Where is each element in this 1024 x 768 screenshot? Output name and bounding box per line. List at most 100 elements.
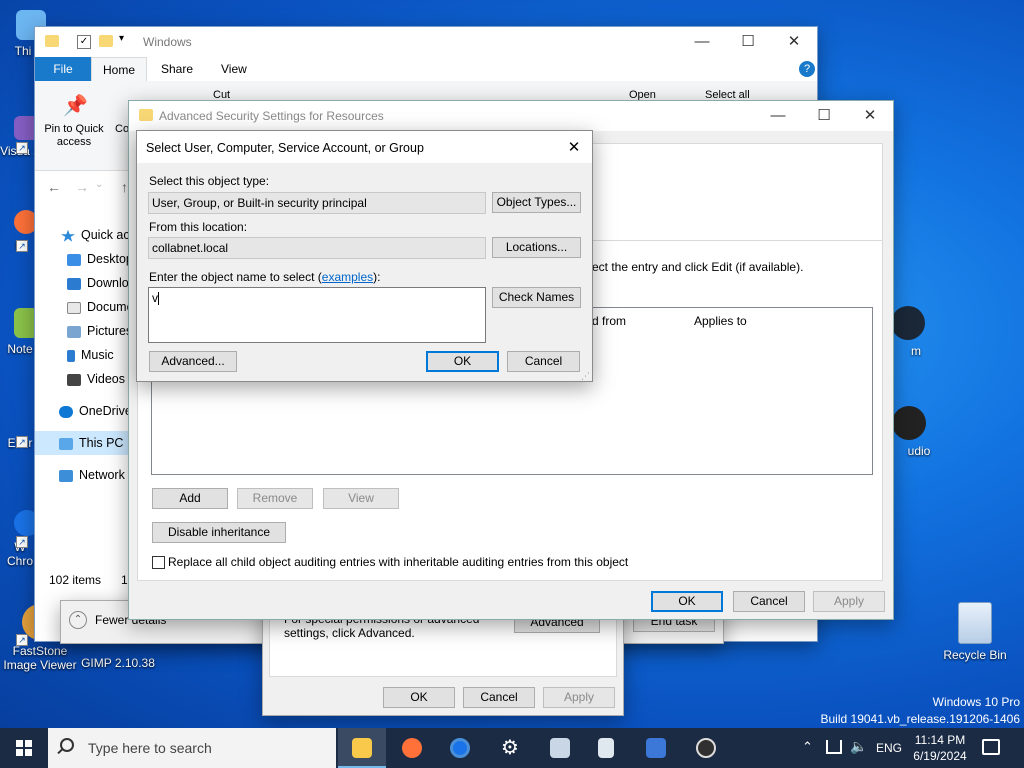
- pin-icon: 📌: [63, 95, 88, 117]
- cancel-button[interactable]: Cancel: [733, 591, 805, 612]
- replace-child-checkbox[interactable]: [152, 556, 165, 569]
- apply-button[interactable]: Apply: [813, 591, 885, 612]
- star-icon: [61, 229, 75, 242]
- help-icon[interactable]: ?: [799, 61, 815, 77]
- disable-inheritance-button[interactable]: Disable inheritance: [152, 522, 286, 543]
- up-arrow-icon[interactable]: ↑: [121, 179, 128, 195]
- copy-button[interactable]: Co: [115, 123, 129, 135]
- nav-this-pc[interactable]: This PC: [35, 431, 135, 455]
- clock[interactable]: 11:14 PM 6/19/2024: [908, 732, 972, 764]
- forward-arrow-icon[interactable]: →: [75, 179, 89, 195]
- nav-label: Music: [81, 348, 114, 362]
- close-button[interactable]: ✕: [771, 27, 817, 57]
- locations-button[interactable]: Locations...: [492, 237, 581, 258]
- close-button[interactable]: ✕: [847, 101, 893, 131]
- nav-network[interactable]: Network: [35, 463, 135, 487]
- taskbar-settings[interactable]: ⚙: [486, 728, 534, 768]
- properties-apply-button[interactable]: Apply: [543, 687, 615, 708]
- ok-button[interactable]: OK: [651, 591, 723, 612]
- new-folder-icon[interactable]: [99, 35, 113, 47]
- volume-icon[interactable]: 🔈: [850, 738, 867, 755]
- properties-icon[interactable]: ✓: [77, 35, 91, 49]
- taskbar-app-blue[interactable]: [632, 728, 680, 768]
- taskbar-file-explorer[interactable]: [338, 728, 386, 768]
- maximize-button[interactable]: ☐: [801, 101, 847, 131]
- object-type-label: Select this object type:: [149, 174, 270, 188]
- advanced-button[interactable]: Advanced...: [149, 351, 237, 372]
- view-button[interactable]: View: [323, 488, 399, 509]
- column-header-inherited-from[interactable]: d from: [592, 314, 626, 328]
- taskbar-notepad[interactable]: [584, 728, 632, 768]
- nav-quick-access[interactable]: Quick acc: [35, 223, 135, 247]
- obs-icon: [892, 406, 926, 440]
- tab-view[interactable]: View: [221, 62, 247, 76]
- nav-label: Desktop: [87, 252, 133, 266]
- cancel-button[interactable]: Cancel: [507, 351, 580, 372]
- back-arrow-icon[interactable]: ←: [47, 179, 61, 195]
- search-placeholder: Type here to search: [88, 740, 212, 756]
- status-selected: 1: [121, 573, 128, 587]
- network-icon[interactable]: [826, 740, 842, 754]
- close-button[interactable]: ✕: [559, 136, 589, 160]
- nav-music[interactable]: Music: [35, 343, 135, 367]
- nav-documents[interactable]: Docume: [35, 295, 135, 319]
- column-header-applies-to[interactable]: Applies to: [694, 314, 747, 328]
- ok-button[interactable]: OK: [426, 351, 499, 372]
- pictures-icon: [67, 325, 81, 338]
- cloud-icon: [59, 405, 73, 418]
- recent-chevron-icon[interactable]: ⌄: [95, 179, 103, 190]
- add-button[interactable]: Add: [152, 488, 228, 509]
- nav-label: Downlo: [87, 276, 129, 290]
- location-label: From this location:: [149, 220, 248, 234]
- maximize-button[interactable]: ☐: [725, 27, 771, 57]
- properties-cancel-button[interactable]: Cancel: [463, 687, 535, 708]
- document-icon: [67, 301, 81, 314]
- language-indicator[interactable]: ENG: [876, 741, 902, 755]
- minimize-button[interactable]: —: [755, 101, 801, 131]
- nav-label: This PC: [79, 436, 124, 450]
- pin-to-quick-access-button[interactable]: Pin to Quick access: [41, 123, 107, 149]
- examples-link[interactable]: examples: [322, 270, 373, 284]
- taskbar-firefox[interactable]: [388, 728, 436, 768]
- object-types-button[interactable]: Object Types...: [492, 192, 581, 213]
- chevron-down-icon[interactable]: ▾: [119, 33, 124, 44]
- object-name-label-text: Enter the object name to select (: [149, 270, 322, 284]
- start-button[interactable]: [0, 728, 48, 768]
- image-viewer-icon: [550, 738, 570, 758]
- video-icon: [67, 373, 81, 386]
- nav-downloads[interactable]: Downlo: [35, 271, 135, 295]
- object-name-input[interactable]: v: [148, 287, 486, 343]
- resize-grip-icon[interactable]: ⋰: [581, 371, 590, 382]
- title-bar: Advanced Security Settings for Resources…: [129, 101, 893, 131]
- replace-child-label[interactable]: Replace all child object auditing entrie…: [168, 555, 628, 569]
- notifications-icon[interactable]: [982, 739, 1000, 755]
- download-icon: [67, 277, 81, 290]
- taskbar-obs[interactable]: [682, 728, 730, 768]
- computer-icon: [59, 437, 73, 450]
- notepad-icon: [598, 738, 614, 758]
- title-bar: ✓ ▾ Windows — ☐ ✕: [35, 27, 817, 57]
- remove-button[interactable]: Remove: [237, 488, 313, 509]
- nav-desktop[interactable]: Desktop: [35, 247, 135, 271]
- music-icon: [67, 349, 75, 362]
- nav-pictures[interactable]: Pictures: [35, 319, 135, 343]
- taskbar-chrome[interactable]: [436, 728, 484, 768]
- desktop-icon-steam[interactable]: m: [888, 306, 928, 358]
- tab-home[interactable]: Home: [91, 57, 147, 81]
- properties-ok-button[interactable]: OK: [383, 687, 455, 708]
- collapse-chevron-icon[interactable]: ⌃: [69, 611, 87, 629]
- taskbar-screenshot-app[interactable]: [536, 728, 584, 768]
- text-cursor: [158, 292, 159, 306]
- show-hidden-icons-chevron-icon[interactable]: ⌃: [802, 739, 813, 755]
- desktop-icon-recycle-bin[interactable]: Recycle Bin: [935, 602, 1015, 662]
- search-box[interactable]: Type here to search: [48, 728, 336, 768]
- location-field: collabnet.local: [148, 237, 486, 259]
- tab-file[interactable]: File: [35, 57, 91, 81]
- nav-videos[interactable]: Videos: [35, 367, 135, 391]
- minimize-button[interactable]: —: [679, 27, 725, 57]
- desktop-icon-label: Recycle Bin: [943, 648, 1007, 662]
- tab-share[interactable]: Share: [161, 62, 193, 76]
- nav-onedrive[interactable]: OneDrive: [35, 399, 135, 423]
- check-names-button[interactable]: Check Names: [492, 287, 581, 308]
- network-icon: [59, 469, 73, 482]
